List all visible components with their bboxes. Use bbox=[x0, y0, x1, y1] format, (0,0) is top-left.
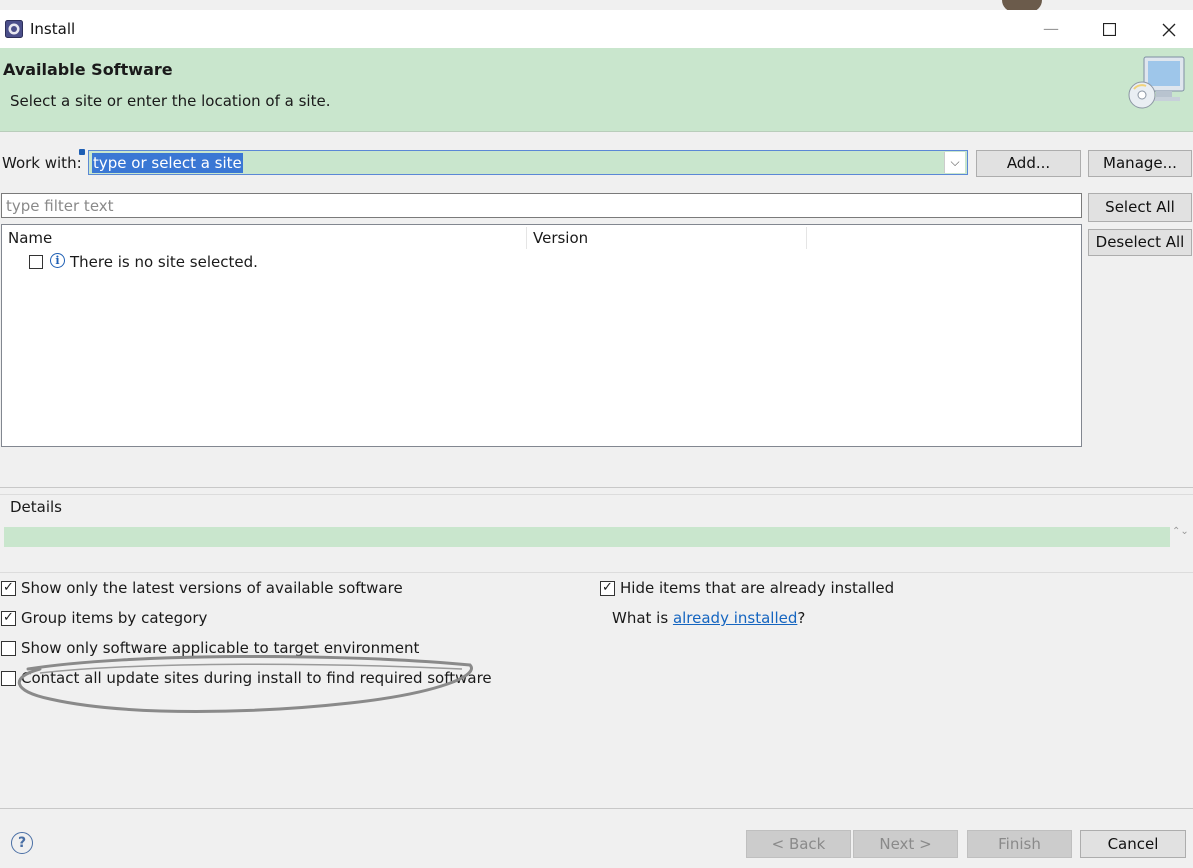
maximize-button[interactable] bbox=[1094, 14, 1124, 44]
finish-button[interactable]: Finish bbox=[967, 830, 1072, 858]
show-latest-checkbox[interactable]: ✓ bbox=[1, 581, 16, 596]
close-button[interactable] bbox=[1154, 14, 1184, 44]
what-is-installed-text: What is already installed? bbox=[612, 609, 805, 627]
window-title-bar[interactable]: Install — bbox=[0, 10, 1193, 48]
deselect-all-button[interactable]: Deselect All bbox=[1088, 229, 1192, 256]
chevron-down-icon[interactable]: ⌵ bbox=[944, 152, 965, 173]
hand-drawn-annotation-circle bbox=[18, 655, 473, 713]
page-title: Available Software bbox=[3, 60, 173, 79]
hide-installed-label[interactable]: Hide items that are already installed bbox=[620, 579, 894, 597]
select-all-button[interactable]: Select All bbox=[1088, 193, 1192, 222]
row-checkbox[interactable] bbox=[29, 255, 43, 269]
close-icon bbox=[1162, 23, 1176, 36]
work-with-label: Work with: bbox=[2, 154, 82, 172]
manage-sites-button[interactable]: Manage... bbox=[1088, 150, 1192, 177]
help-icon[interactable]: ? bbox=[11, 832, 33, 854]
what-is-suffix: ? bbox=[797, 609, 806, 627]
page-description: Select a site or enter the location of a… bbox=[10, 92, 331, 110]
show-latest-label[interactable]: Show only the latest versions of availab… bbox=[21, 579, 403, 597]
column-header-version[interactable]: Version bbox=[533, 229, 588, 247]
hide-installed-checkbox[interactable]: ✓ bbox=[600, 581, 615, 596]
already-installed-link[interactable]: already installed bbox=[673, 609, 797, 627]
column-header-name[interactable]: Name bbox=[8, 229, 52, 247]
group-by-category-checkbox[interactable]: ✓ bbox=[1, 611, 16, 626]
add-site-button[interactable]: Add... bbox=[976, 150, 1081, 177]
cancel-button[interactable]: Cancel bbox=[1080, 830, 1186, 858]
details-label: Details bbox=[10, 498, 63, 516]
info-decoration-icon bbox=[79, 149, 85, 155]
filter-input[interactable] bbox=[1, 193, 1082, 218]
details-text-area[interactable] bbox=[4, 527, 1170, 547]
maximize-icon bbox=[1102, 22, 1116, 37]
software-table[interactable]: Name Version i There is no site selected… bbox=[1, 224, 1082, 447]
table-row-name: There is no site selected. bbox=[70, 253, 258, 271]
next-button[interactable]: Next > bbox=[853, 830, 958, 858]
work-with-input[interactable]: type or select a site bbox=[92, 153, 243, 173]
back-button[interactable]: < Back bbox=[746, 830, 851, 858]
window-title: Install bbox=[30, 20, 76, 38]
footer-divider bbox=[0, 808, 1193, 809]
wizard-header: Available Software Select a site or ente… bbox=[0, 48, 1193, 132]
target-environment-checkbox[interactable] bbox=[1, 641, 16, 656]
sash-divider[interactable] bbox=[0, 487, 1193, 488]
column-separator[interactable] bbox=[806, 227, 807, 249]
minimize-button[interactable]: — bbox=[1036, 14, 1066, 44]
work-with-combo[interactable]: type or select a site ⌵ bbox=[88, 150, 968, 175]
column-separator[interactable] bbox=[526, 227, 527, 249]
what-is-prefix: What is bbox=[612, 609, 673, 627]
details-scrollbar[interactable]: ⌃⌄ bbox=[1172, 527, 1189, 549]
eclipse-app-icon bbox=[5, 20, 23, 38]
info-icon: i bbox=[50, 253, 65, 268]
install-software-icon bbox=[1128, 56, 1185, 109]
group-by-category-label[interactable]: Group items by category bbox=[21, 609, 207, 627]
